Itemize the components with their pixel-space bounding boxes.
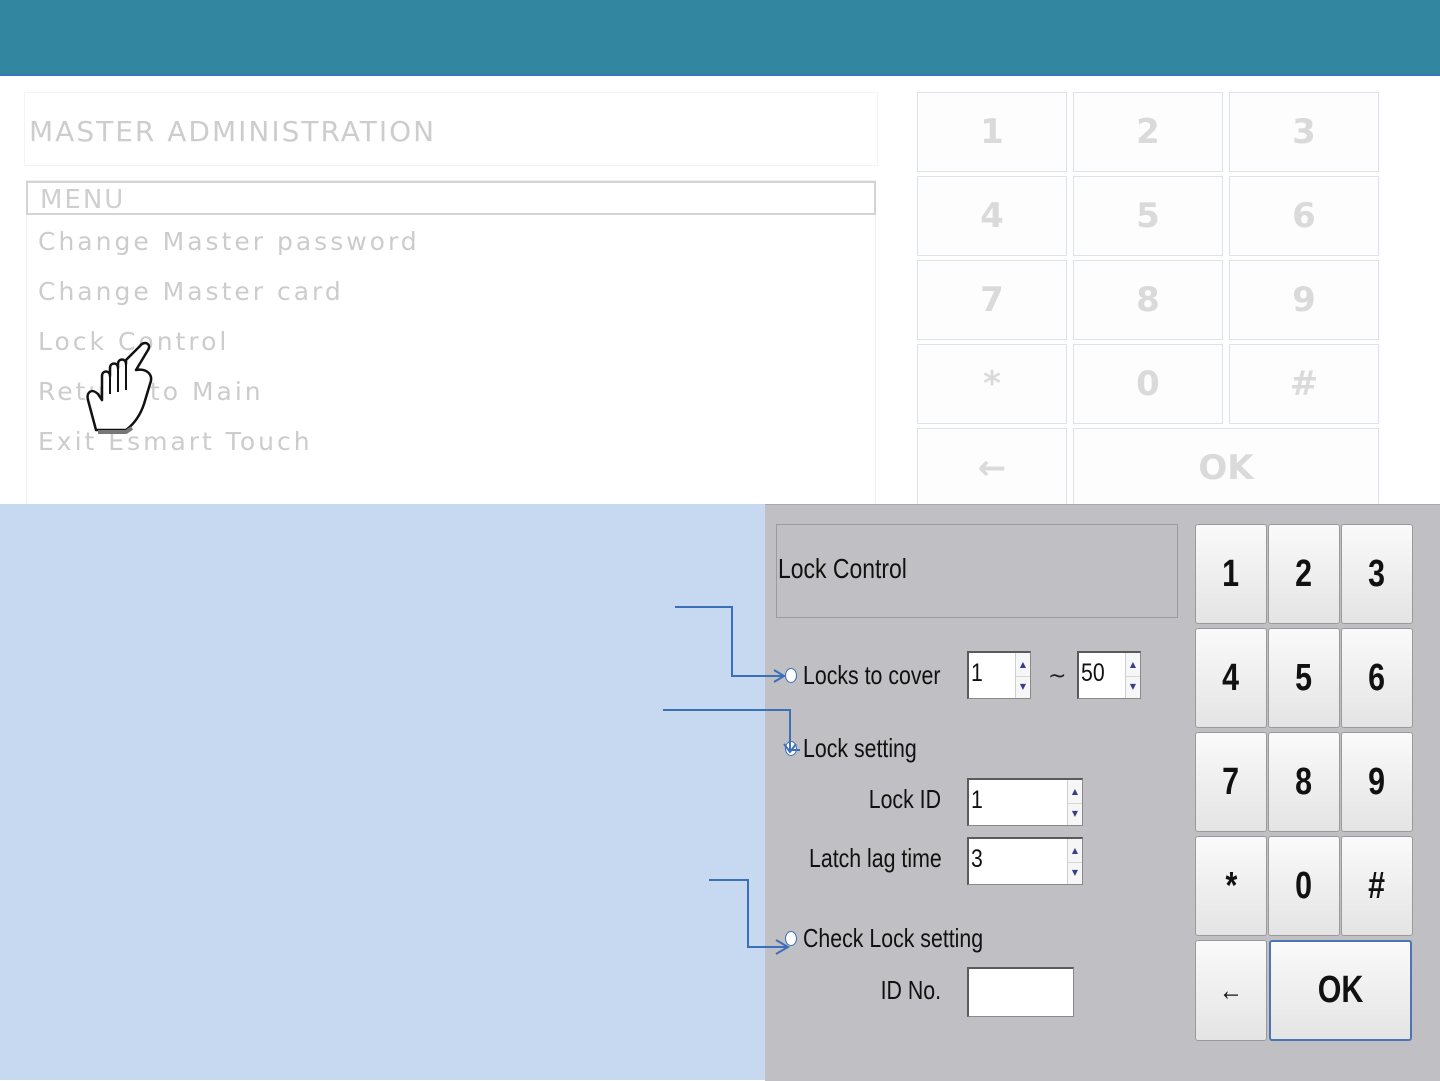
key-hash-label: # (1368, 864, 1386, 907)
key-7[interactable]: 7 (1195, 732, 1267, 832)
faded-key-1[interactable]: 1 (917, 92, 1067, 172)
faded-key-6[interactable]: 6 (1229, 176, 1379, 256)
key-4-label: 4 (1222, 656, 1240, 699)
faded-key-5[interactable]: 5 (1073, 176, 1223, 256)
key-7-label: 7 (1222, 760, 1240, 803)
key-1[interactable]: 1 (1195, 524, 1267, 624)
page-title: MASTER ADMINISTRATION (29, 115, 437, 148)
locks-to-cover-label: Locks to cover (803, 660, 941, 690)
key-star[interactable]: * (1195, 836, 1267, 936)
top-bar (0, 0, 1440, 76)
key-5-label: 5 (1295, 656, 1313, 699)
check-lock-setting-radio[interactable] (785, 931, 797, 946)
chevron-up-icon[interactable]: ▲ (1126, 653, 1140, 677)
latch-lag-time-label: Latch lag time (808, 843, 942, 873)
key-9-label: 9 (1368, 760, 1386, 803)
lock-id-arrows[interactable]: ▲ ▼ (1067, 780, 1082, 825)
locks-to-stepper[interactable]: 50 ▲ ▼ (1077, 651, 1141, 699)
menu-item-change-master-card[interactable]: Change Master card (38, 277, 344, 306)
key-hash[interactable]: # (1341, 836, 1413, 936)
key-2-label: 2 (1295, 552, 1313, 595)
ok-button-label: OK (1317, 969, 1364, 1011)
key-2[interactable]: 2 (1268, 524, 1340, 624)
locks-to-cover-radio[interactable] (785, 668, 797, 683)
faded-key-2[interactable]: 2 (1073, 92, 1223, 172)
chevron-down-icon[interactable]: ▼ (1068, 803, 1082, 826)
locks-to-arrows[interactable]: ▲ ▼ (1125, 653, 1140, 698)
menu-header: MENU (26, 181, 876, 215)
check-lock-setting-label: Check Lock setting (803, 923, 984, 953)
backspace-arrow-icon: ← (1219, 973, 1243, 1007)
key-6[interactable]: 6 (1341, 628, 1413, 728)
faded-key-7[interactable]: 7 (917, 260, 1067, 340)
id-no-input[interactable] (967, 967, 1074, 1017)
ok-button[interactable]: OK (1269, 940, 1412, 1041)
faded-key-0[interactable]: 0 (1073, 344, 1223, 424)
chevron-down-icon[interactable]: ▼ (1016, 676, 1030, 699)
key-5[interactable]: 5 (1268, 628, 1340, 728)
menu-item-change-master-password[interactable]: Change Master password (38, 227, 420, 256)
menu-header-label: MENU (40, 185, 126, 215)
latch-lag-time-value: 3 (971, 845, 983, 873)
faded-key-star[interactable]: * (917, 344, 1067, 424)
admin-title-box: MASTER ADMINISTRATION (24, 92, 878, 166)
key-0[interactable]: 0 (1268, 836, 1340, 936)
id-no-label: ID No. (880, 975, 941, 1005)
key-0-label: 0 (1295, 864, 1313, 907)
key-3[interactable]: 3 (1341, 524, 1413, 624)
faded-key-4[interactable]: 4 (917, 176, 1067, 256)
key-3-label: 3 (1368, 552, 1386, 595)
lock-control-title-box: Lock Control (776, 524, 1178, 618)
locks-from-arrows[interactable]: ▲ ▼ (1015, 653, 1030, 698)
pointing-hand-icon (86, 341, 153, 434)
highlight-area (0, 504, 765, 1080)
range-separator: ~ (1048, 664, 1067, 689)
latch-lag-time-arrows[interactable]: ▲ ▼ (1067, 839, 1082, 884)
chevron-up-icon[interactable]: ▲ (1016, 653, 1030, 677)
lock-control-title: Lock Control (778, 553, 907, 584)
chevron-down-icon[interactable]: ▼ (1126, 676, 1140, 699)
locks-from-stepper[interactable]: 1 ▲ ▼ (967, 651, 1031, 699)
faded-key-backspace[interactable]: ← (917, 428, 1067, 508)
lock-id-value: 1 (971, 786, 983, 814)
faded-key-8[interactable]: 8 (1073, 260, 1223, 340)
faded-key-hash[interactable]: # (1229, 344, 1379, 424)
key-6-label: 6 (1368, 656, 1386, 699)
faded-key-9[interactable]: 9 (1229, 260, 1379, 340)
lock-setting-radio[interactable] (785, 741, 797, 756)
chevron-down-icon[interactable]: ▼ (1068, 862, 1082, 885)
key-backspace[interactable]: ← (1195, 940, 1267, 1041)
latch-lag-time-stepper[interactable]: 3 ▲ ▼ (967, 837, 1083, 885)
key-9[interactable]: 9 (1341, 732, 1413, 832)
key-8-label: 8 (1295, 760, 1313, 803)
locks-from-value: 1 (971, 659, 983, 687)
lock-id-label: Lock ID (868, 784, 941, 814)
key-1-label: 1 (1222, 552, 1240, 595)
key-8[interactable]: 8 (1268, 732, 1340, 832)
chevron-up-icon[interactable]: ▲ (1068, 839, 1082, 863)
key-star-label: * (1225, 864, 1237, 907)
chevron-up-icon[interactable]: ▲ (1068, 780, 1082, 804)
lock-setting-label: Lock setting (803, 733, 917, 763)
lock-id-stepper[interactable]: 1 ▲ ▼ (967, 778, 1083, 826)
locks-to-value: 50 (1081, 659, 1105, 687)
faded-key-ok[interactable]: OK (1073, 428, 1379, 508)
faded-key-3[interactable]: 3 (1229, 92, 1379, 172)
key-4[interactable]: 4 (1195, 628, 1267, 728)
